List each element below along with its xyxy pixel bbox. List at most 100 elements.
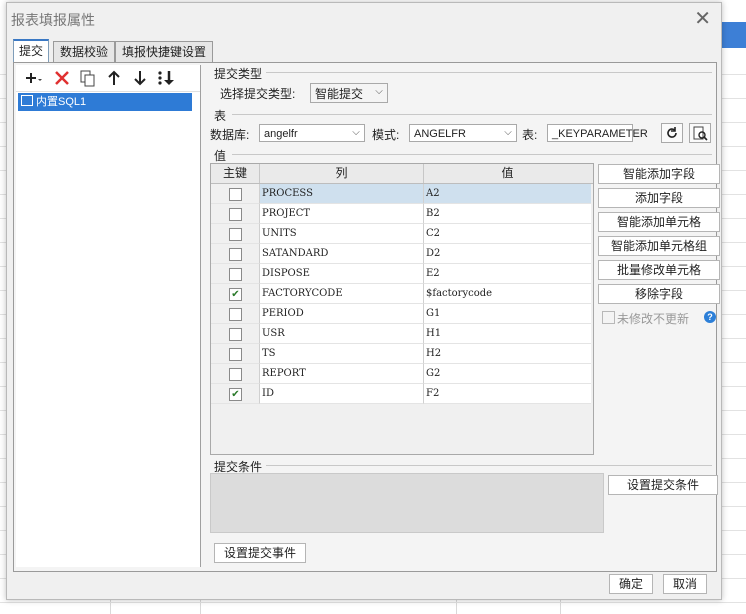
cancel-button[interactable]: 取消 xyxy=(663,574,707,594)
value-cell[interactable]: H2 xyxy=(424,344,591,364)
column-cell[interactable]: TS xyxy=(260,344,424,364)
table-header: 主键 列 值 xyxy=(211,164,593,184)
primary-key-cell xyxy=(211,344,260,364)
submit-type-value: 智能提交 xyxy=(315,87,364,101)
column-cell[interactable]: SATANDARD xyxy=(260,244,424,264)
primary-key-checkbox[interactable] xyxy=(229,228,242,241)
add-field-button[interactable]: 添加字段 xyxy=(598,188,720,208)
primary-key-cell xyxy=(211,184,260,204)
tab-shortcut-settings[interactable]: 填报快捷键设置 xyxy=(115,41,213,62)
primary-key-cell: ✔ xyxy=(211,384,260,404)
column-cell[interactable]: DISPOSE xyxy=(260,264,424,284)
help-icon[interactable]: ? xyxy=(704,311,716,323)
table-select[interactable]: _KEYPARAMETER xyxy=(547,124,648,142)
submit-panel: 内置SQL1 提交类型 选择提交类型: 智能提交 ⌵ 表 数据库: angelf… xyxy=(13,62,720,572)
database-icon xyxy=(21,95,33,106)
primary-key-checkbox[interactable] xyxy=(229,368,242,381)
add-icon[interactable] xyxy=(22,68,42,88)
copy-icon[interactable] xyxy=(78,68,98,88)
preview-table-icon[interactable] xyxy=(689,123,711,143)
delete-icon[interactable] xyxy=(52,68,72,88)
column-cell[interactable]: USR xyxy=(260,324,424,344)
table-row[interactable]: REPORT G2 xyxy=(211,364,593,384)
column-header-column[interactable]: 列 xyxy=(260,164,424,183)
smart-add-cell-group-button[interactable]: 智能添加单元格组 xyxy=(598,236,720,256)
table-row[interactable]: TS H2 xyxy=(211,344,593,364)
smart-add-fields-button[interactable]: 智能添加字段 xyxy=(598,164,720,184)
table-row[interactable]: UNITS C2 xyxy=(211,224,593,244)
primary-key-cell xyxy=(211,224,260,244)
column-cell[interactable]: FACTORYCODE xyxy=(260,284,424,304)
column-cell[interactable]: REPORT xyxy=(260,364,424,384)
set-submit-event-button[interactable]: 设置提交事件 xyxy=(214,543,306,563)
unmodified-no-update-checkbox[interactable] xyxy=(602,311,615,324)
divider xyxy=(232,114,712,115)
primary-key-checkbox[interactable] xyxy=(229,328,242,341)
column-cell[interactable]: PROJECT xyxy=(260,204,424,224)
close-icon[interactable]: ✕ xyxy=(694,7,711,31)
value-cell[interactable]: G1 xyxy=(424,304,591,324)
table-row[interactable]: PERIOD G1 xyxy=(211,304,593,324)
schema-value: ANGELFR xyxy=(414,128,466,140)
table-row[interactable]: PROJECT B2 xyxy=(211,204,593,224)
column-header-value[interactable]: 值 xyxy=(424,164,591,183)
value-cell[interactable]: A2 xyxy=(424,184,591,204)
field-mapping-table: 主键 列 值 PROCESS A2 PROJECT B2 UNITS C2 SATANDAR… xyxy=(210,163,594,455)
table-row[interactable]: PROCESS A2 xyxy=(211,184,593,204)
batch-modify-cells-button[interactable]: 批量修改单元格 xyxy=(598,260,720,280)
primary-key-checkbox[interactable] xyxy=(229,348,242,361)
primary-key-cell: ✔ xyxy=(211,284,260,304)
divider xyxy=(232,154,712,155)
primary-key-cell xyxy=(211,304,260,324)
value-cell[interactable]: C2 xyxy=(424,224,591,244)
column-cell[interactable]: UNITS xyxy=(260,224,424,244)
arrow-up-icon[interactable] xyxy=(104,68,124,88)
primary-key-cell xyxy=(211,324,260,344)
value-cell[interactable]: B2 xyxy=(424,204,591,224)
value-cell[interactable]: E2 xyxy=(424,264,591,284)
arrow-down-icon[interactable] xyxy=(130,68,150,88)
primary-key-cell xyxy=(211,204,260,224)
unmodified-no-update-label: 未修改不更新 xyxy=(617,312,690,326)
smart-add-cells-button[interactable]: 智能添加单元格 xyxy=(598,212,720,232)
remove-field-button[interactable]: 移除字段 xyxy=(598,284,720,304)
set-submit-condition-button[interactable]: 设置提交条件 xyxy=(608,475,718,495)
ok-button[interactable]: 确定 xyxy=(609,574,653,594)
value-cell[interactable]: $factorycode xyxy=(424,284,591,304)
column-header-primary-key[interactable]: 主键 xyxy=(211,164,260,183)
refresh-icon[interactable] xyxy=(661,123,683,143)
primary-key-checkbox[interactable] xyxy=(229,248,242,261)
column-cell[interactable]: ID xyxy=(260,384,424,404)
table-row[interactable]: USR H1 xyxy=(211,324,593,344)
primary-key-checkbox[interactable]: ✔ xyxy=(229,388,242,401)
submit-type-label: 选择提交类型: xyxy=(220,87,296,101)
table-row[interactable]: DISPOSE E2 xyxy=(211,264,593,284)
tab-data-validation[interactable]: 数据校验 xyxy=(53,41,115,62)
primary-key-checkbox[interactable]: ✔ xyxy=(229,288,242,301)
submit-settings-pane: 提交类型 选择提交类型: 智能提交 ⌵ 表 数据库: angelfr ⌵ 模式:… xyxy=(204,63,720,571)
sort-icon[interactable] xyxy=(156,68,176,88)
column-cell[interactable]: PROCESS xyxy=(260,184,424,204)
schema-select[interactable]: ANGELFR ⌵ xyxy=(409,124,517,142)
value-cell[interactable]: G2 xyxy=(424,364,591,384)
submit-condition-display xyxy=(210,473,604,533)
primary-key-checkbox[interactable] xyxy=(229,268,242,281)
value-cell[interactable]: F2 xyxy=(424,384,591,404)
value-cell[interactable]: D2 xyxy=(424,244,591,264)
table-row[interactable]: SATANDARD D2 xyxy=(211,244,593,264)
schema-label: 模式: xyxy=(372,128,400,142)
column-cell[interactable]: PERIOD xyxy=(260,304,424,324)
primary-key-checkbox[interactable] xyxy=(229,308,242,321)
primary-key-checkbox[interactable] xyxy=(229,208,242,221)
left-toolbar xyxy=(16,65,200,92)
dialog-title: 报表填报属性 xyxy=(11,12,95,28)
value-cell[interactable]: H1 xyxy=(424,324,591,344)
sql-list-item[interactable]: 内置SQL1 xyxy=(18,93,192,111)
primary-key-cell xyxy=(211,244,260,264)
table-row[interactable]: ✔ ID F2 xyxy=(211,384,593,404)
database-select[interactable]: angelfr ⌵ xyxy=(259,124,365,142)
submit-type-select[interactable]: 智能提交 ⌵ xyxy=(310,83,388,103)
table-row[interactable]: ✔ FACTORYCODE $factorycode xyxy=(211,284,593,304)
submit-type-section-label: 提交类型 xyxy=(214,67,263,81)
primary-key-checkbox[interactable] xyxy=(229,188,242,201)
